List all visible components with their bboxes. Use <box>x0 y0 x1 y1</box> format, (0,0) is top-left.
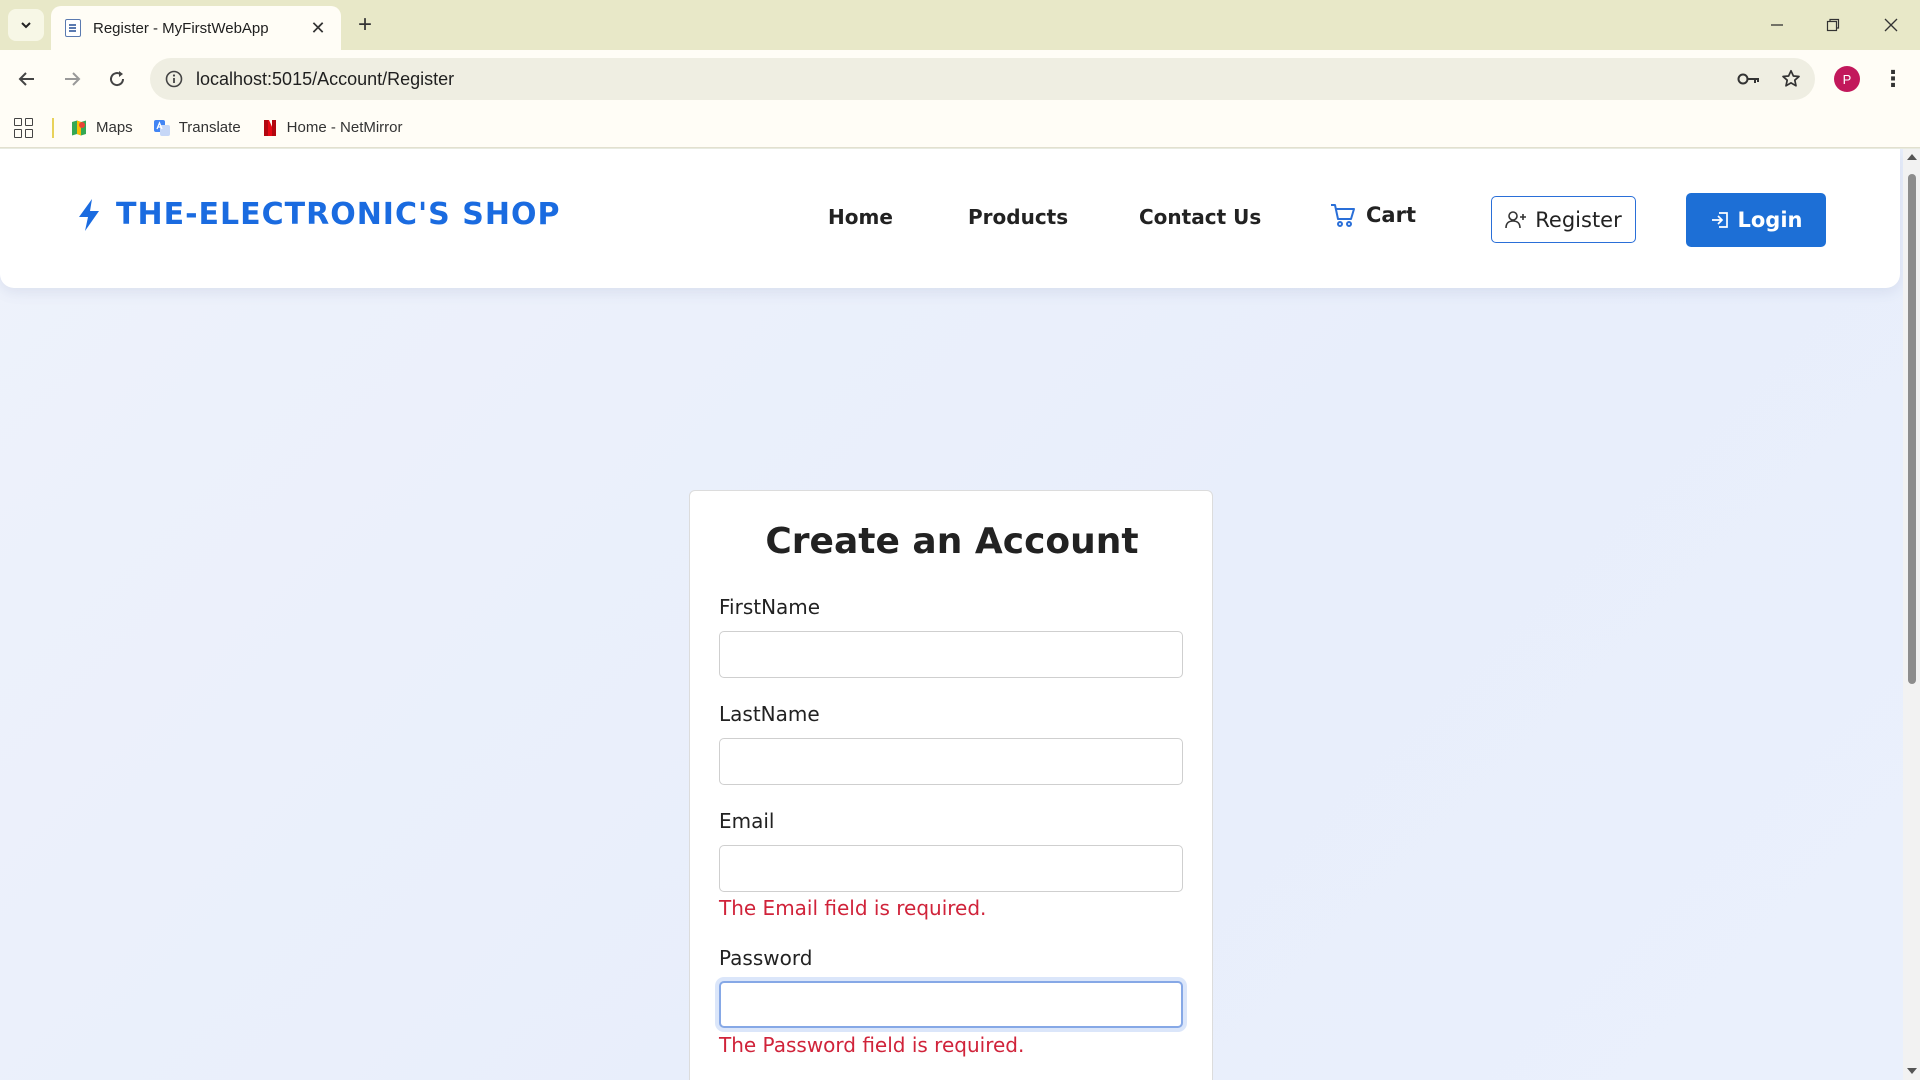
tab-search-button[interactable] <box>8 9 44 41</box>
tab-title: Register - MyFirstWebApp <box>93 19 269 37</box>
arrow-left-icon <box>18 72 34 86</box>
user-plus-icon <box>1505 210 1527 228</box>
minimize-button[interactable] <box>1757 10 1797 40</box>
password-error-message: The Password field is required. <box>719 1033 1025 1057</box>
register-form-card: Create an Account FirstName LastName Ema… <box>689 490 1213 1080</box>
form-title: Create an Account <box>765 521 1139 562</box>
back-button[interactable] <box>10 62 44 96</box>
login-button[interactable]: Login <box>1686 193 1826 247</box>
brand-logo[interactable]: THE-ELECTRONIC'S SHOP <box>76 197 560 232</box>
site-header: THE-ELECTRONIC'S SHOP Home Products Cont… <box>0 149 1900 288</box>
scroll-up-arrow-icon[interactable] <box>1907 154 1917 160</box>
bookmark-translate[interactable]: Translate <box>153 119 241 137</box>
login-icon <box>1711 212 1728 228</box>
arrow-right-icon <box>65 72 81 86</box>
restore-icon <box>1826 18 1840 32</box>
forward-button[interactable] <box>55 62 89 96</box>
close-icon <box>1884 18 1898 32</box>
translate-icon <box>153 119 171 137</box>
brand-name: THE-ELECTRONIC'S SHOP <box>116 197 561 232</box>
bookmark-label: Maps <box>96 119 133 136</box>
lastname-input[interactable] <box>719 738 1183 785</box>
bookmark-maps[interactable]: Maps <box>70 119 133 137</box>
reload-icon <box>110 71 125 87</box>
password-input[interactable] <box>719 981 1183 1028</box>
page-scrollbar[interactable] <box>1903 149 1920 1080</box>
browser-tab-active[interactable]: Register - MyFirstWebApp ✕ <box>51 6 341 50</box>
cart-label: Cart <box>1366 203 1416 227</box>
scroll-down-arrow-icon[interactable] <box>1907 1068 1917 1074</box>
page-viewport: THE-ELECTRONIC'S SHOP Home Products Cont… <box>0 149 1903 1080</box>
netmirror-icon <box>261 119 279 137</box>
register-label: Register <box>1535 207 1622 232</box>
nav-contact-us[interactable]: Contact Us <box>1139 205 1261 229</box>
browser-menu-icon[interactable]: ⋮ <box>1878 64 1908 94</box>
password-label: Password <box>719 946 813 970</box>
restore-button[interactable] <box>1813 10 1853 40</box>
browser-toolbar: localhost:5015/Account/Register P ⋮ <box>0 50 1920 108</box>
tab-strip: Register - MyFirstWebApp ✕ + <box>0 0 1920 50</box>
apps-grid-icon[interactable] <box>14 117 34 138</box>
new-tab-button[interactable]: + <box>350 11 380 41</box>
bookmark-label: Home - NetMirror <box>286 119 403 136</box>
address-bar[interactable]: localhost:5015/Account/Register <box>150 58 1815 100</box>
bookmarks-bar: Maps Translate Home - NetMirror <box>0 108 1920 148</box>
firstname-label: FirstName <box>719 595 821 619</box>
bookmark-star-icon[interactable] <box>1773 61 1809 97</box>
bookmark-label: Translate <box>178 119 241 136</box>
page-icon <box>65 19 81 37</box>
bookmark-netmirror[interactable]: Home - NetMirror <box>261 119 403 137</box>
maps-icon <box>70 119 88 137</box>
minimize-icon <box>1771 24 1783 26</box>
cart-icon <box>1331 204 1355 227</box>
url-text[interactable]: localhost:5015/Account/Register <box>196 69 1731 90</box>
close-tab-icon[interactable]: ✕ <box>307 18 329 39</box>
nav-cart[interactable]: Cart <box>1330 202 1416 228</box>
login-label: Login <box>1737 208 1803 232</box>
email-error-message: The Email field is required. <box>719 896 987 920</box>
lastname-label: LastName <box>719 702 820 726</box>
close-window-button[interactable] <box>1871 10 1911 40</box>
email-input[interactable] <box>719 845 1183 892</box>
reload-button[interactable] <box>100 62 134 96</box>
password-key-icon[interactable] <box>1731 61 1767 97</box>
firstname-input[interactable] <box>719 631 1183 678</box>
profile-avatar[interactable]: P <box>1834 66 1860 92</box>
nav-products[interactable]: Products <box>968 205 1068 229</box>
email-label: Email <box>719 809 775 833</box>
nav-home[interactable]: Home <box>828 205 893 229</box>
chevron-down-icon <box>21 22 31 29</box>
bookmarks-divider <box>52 117 54 138</box>
scrollbar-thumb[interactable] <box>1908 174 1916 684</box>
site-info-icon[interactable] <box>164 69 184 89</box>
register-button[interactable]: Register <box>1491 196 1636 243</box>
lightning-bolt-icon <box>79 198 99 231</box>
